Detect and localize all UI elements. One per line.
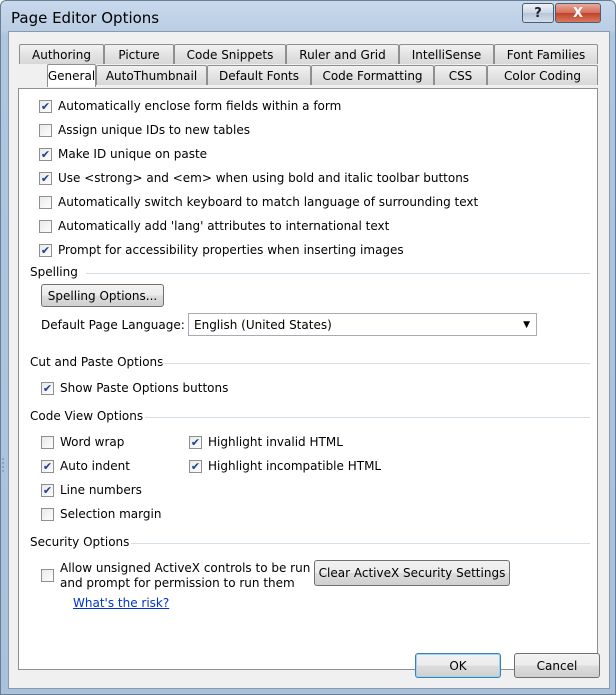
accessibility-prompt-checkbox[interactable]: ✔ Prompt for accessibility properties wh… <box>39 243 404 257</box>
checkbox-label: Use <strong> and <em> when using bold an… <box>58 171 470 185</box>
checkbox-box[interactable]: ✔ <box>41 483 54 497</box>
checkbox-box[interactable] <box>41 569 54 582</box>
checkbox-box[interactable]: ✔ <box>39 99 52 113</box>
unique-table-ids-checkbox[interactable]: Assign unique IDs to new tables <box>39 123 250 137</box>
allow-activex-label-line1: Allow unsigned ActiveX controls to be ru… <box>60 561 311 575</box>
checkbox-label: Line numbers <box>60 483 142 497</box>
checkbox-box[interactable]: ✔ <box>41 381 54 395</box>
checkbox-label-group: Allow unsigned ActiveX controls to be ru… <box>60 561 310 591</box>
default-language-label: Default Page Language: <box>41 318 185 332</box>
cut-paste-group-title: Cut and Paste Options <box>30 355 164 369</box>
general-tab-panel: ✔ Automatically enclose form fields with… <box>18 88 598 670</box>
tab-code-snippets[interactable]: Code Snippets <box>174 44 286 64</box>
checkbox-label: Automatically switch keyboard to match l… <box>58 195 479 209</box>
selection-margin-checkbox[interactable]: Selection margin <box>41 507 161 521</box>
window-title: Page Editor Options <box>11 9 160 27</box>
spelling-group-title: Spelling <box>30 265 78 279</box>
checkbox-label: Assign unique IDs to new tables <box>58 123 251 137</box>
checkbox-label: Automatically enclose form fields within… <box>58 99 342 113</box>
checkbox-box[interactable]: ✔ <box>39 147 52 161</box>
allow-unsigned-activex-checkbox[interactable]: Allow unsigned ActiveX controls to be ru… <box>41 561 310 591</box>
clear-activex-settings-button[interactable]: Clear ActiveX Security Settings <box>314 560 510 586</box>
cancel-button[interactable]: Cancel <box>514 653 600 678</box>
title-bar[interactable]: Page Editor Options ? X <box>1 1 615 35</box>
code-view-group-title: Code View Options <box>30 409 144 423</box>
checkbox-label: Make ID unique on paste <box>58 147 208 161</box>
code-view-divider <box>145 417 590 418</box>
checkbox-label: Auto indent <box>60 459 130 473</box>
unique-id-on-paste-checkbox[interactable]: ✔ Make ID unique on paste <box>39 147 207 161</box>
security-group-title: Security Options <box>30 535 130 549</box>
switch-keyboard-checkbox[interactable]: Automatically switch keyboard to match l… <box>39 195 478 209</box>
checkbox-label: Selection margin <box>60 507 162 521</box>
tab-font-families[interactable]: Font Families <box>494 44 598 64</box>
checkbox-box[interactable] <box>39 195 52 209</box>
checkbox-box[interactable] <box>39 219 52 233</box>
checkbox-box[interactable]: ✔ <box>41 459 54 473</box>
close-button[interactable]: X <box>555 3 601 23</box>
tab-ruler-and-grid[interactable]: Ruler and Grid <box>286 44 399 64</box>
ok-button[interactable]: OK <box>415 653 501 678</box>
highlight-incompatible-html-checkbox[interactable]: ✔ Highlight incompatible HTML <box>189 459 381 473</box>
tab-intellisense[interactable]: IntelliSense <box>399 44 494 64</box>
checkbox-label: Prompt for accessibility properties when… <box>58 243 404 257</box>
dialog-window: Page Editor Options ? X Authoring Pictur… <box>0 0 616 695</box>
tab-authoring[interactable]: Authoring <box>19 44 104 64</box>
spelling-options-button[interactable]: Spelling Options... <box>41 284 164 307</box>
checkbox-box[interactable] <box>39 123 52 137</box>
checkbox-label: Show Paste Options buttons <box>60 381 229 395</box>
checkbox-label: Highlight invalid HTML <box>208 435 343 449</box>
tab-color-coding[interactable]: Color Coding <box>487 65 598 85</box>
checkbox-label: Highlight incompatible HTML <box>208 459 382 473</box>
allow-activex-label-line2: and prompt for permission to run them <box>60 576 295 590</box>
tab-general[interactable]: General <box>47 64 96 87</box>
auto-indent-checkbox[interactable]: ✔ Auto indent <box>41 459 130 473</box>
checkbox-label: Automatically add 'lang' attributes to i… <box>58 219 390 233</box>
checkbox-label: Word wrap <box>60 435 125 449</box>
lang-attributes-checkbox[interactable]: Automatically add 'lang' attributes to i… <box>39 219 389 233</box>
checkbox-box[interactable]: ✔ <box>39 243 52 257</box>
spelling-divider <box>86 273 590 274</box>
default-language-select[interactable]: English (United States) ▼ <box>188 313 537 336</box>
dropdown-arrow-icon[interactable]: ▼ <box>523 320 530 330</box>
tab-picture[interactable]: Picture <box>104 44 174 64</box>
tab-code-formatting[interactable]: Code Formatting <box>311 65 434 85</box>
checkbox-box[interactable] <box>41 435 54 449</box>
whats-the-risk-link[interactable]: What's the risk? <box>73 596 169 610</box>
highlight-invalid-html-checkbox[interactable]: ✔ Highlight invalid HTML <box>189 435 343 449</box>
line-numbers-checkbox[interactable]: ✔ Line numbers <box>41 483 142 497</box>
help-button[interactable]: ? <box>522 3 554 23</box>
strong-em-checkbox[interactable]: ✔ Use <strong> and <em> when using bold … <box>39 171 469 185</box>
tab-default-fonts[interactable]: Default Fonts <box>207 65 311 85</box>
checkbox-box[interactable] <box>41 507 54 521</box>
word-wrap-checkbox[interactable]: Word wrap <box>41 435 124 449</box>
security-divider <box>131 543 590 544</box>
enclose-form-fields-checkbox[interactable]: ✔ Automatically enclose form fields with… <box>39 99 341 113</box>
checkbox-box[interactable]: ✔ <box>189 435 202 449</box>
cut-paste-divider <box>160 363 590 364</box>
tab-css[interactable]: CSS <box>434 65 487 85</box>
tab-autothumbnail[interactable]: AutoThumbnail <box>96 65 207 85</box>
default-language-value: English (United States) <box>194 317 332 332</box>
show-paste-options-checkbox[interactable]: ✔ Show Paste Options buttons <box>41 381 228 395</box>
dialog-client: Authoring Picture Code Snippets Ruler an… <box>8 31 610 689</box>
resize-grip-icon[interactable] <box>1 456 5 476</box>
checkbox-box[interactable]: ✔ <box>39 171 52 185</box>
checkbox-box[interactable]: ✔ <box>189 459 202 473</box>
